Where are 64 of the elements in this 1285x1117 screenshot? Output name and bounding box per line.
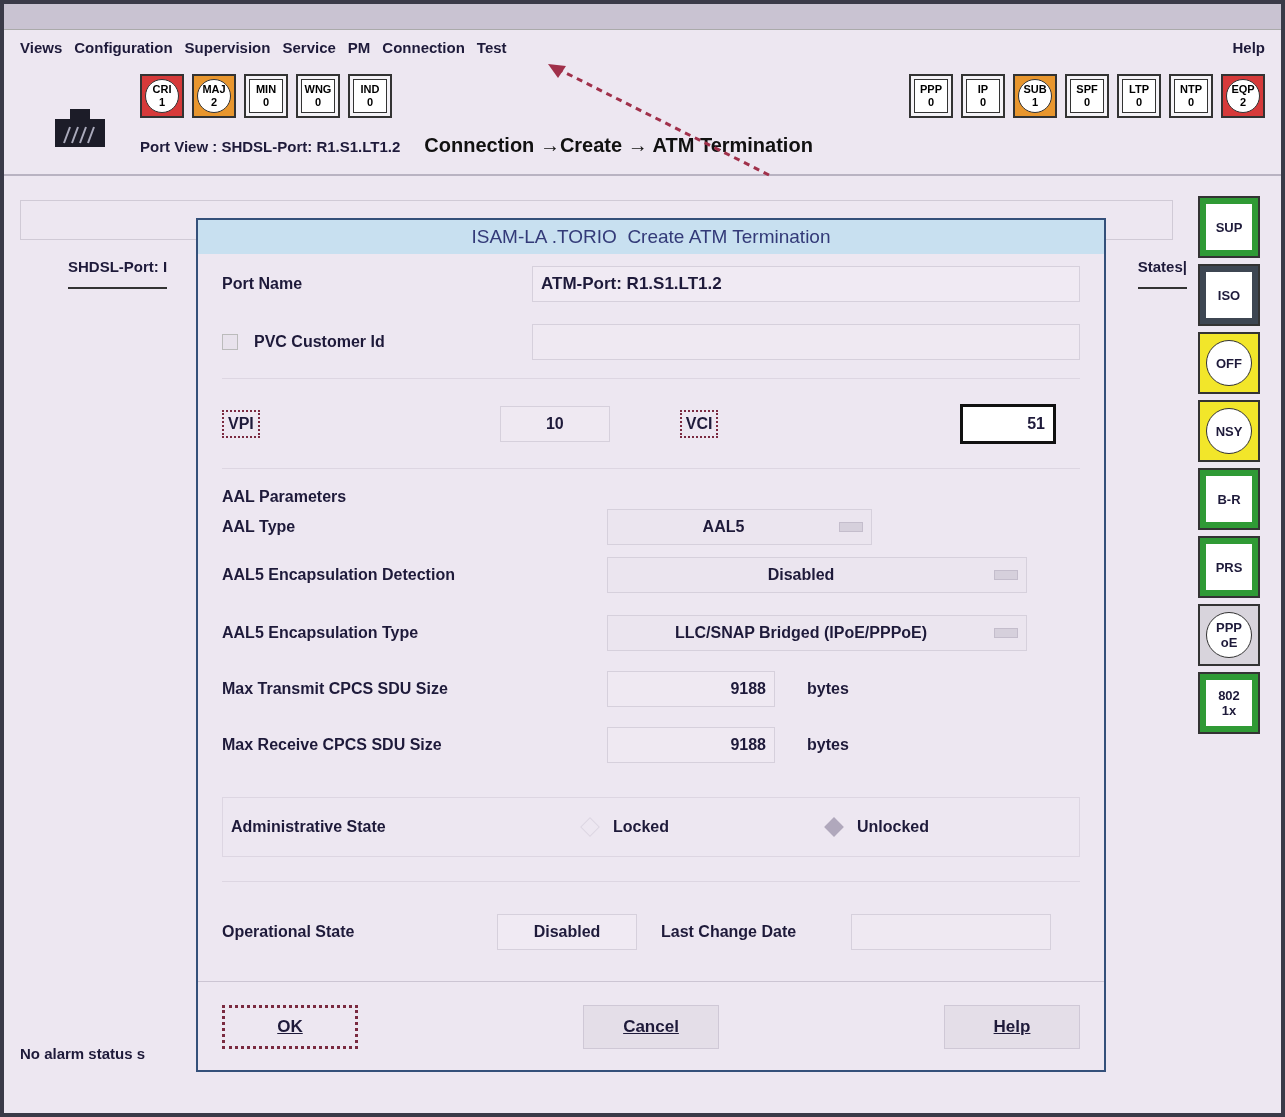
state-button[interactable]: OFF (1198, 332, 1260, 394)
alarm-indicator[interactable]: LTP 0 (1117, 74, 1161, 118)
alarm-indicator[interactable]: IP 0 (961, 74, 1005, 118)
dialog-button[interactable]: OK (222, 1004, 358, 1049)
tab-label[interactable]: SHDSL-Port: I (68, 256, 168, 289)
field-label: Max Receive CPCS SDU Size (222, 735, 443, 755)
alarm-indicator[interactable]: WNG 0 (296, 74, 340, 118)
unit-label: bytes (807, 735, 849, 755)
state-button[interactable]: SUP (1198, 196, 1260, 258)
state-button[interactable]: NSY (1198, 400, 1260, 462)
dialog-button[interactable]: Cancel (583, 1004, 719, 1049)
state-button[interactable]: B-R (1198, 468, 1260, 530)
menu-item[interactable]: Views (20, 36, 63, 60)
field-label: VCI (679, 409, 719, 438)
menu-item[interactable]: Help (1232, 36, 1265, 60)
text-field[interactable]: ATM-Port: R1.S1.LT1.2 (532, 266, 1080, 302)
status-text: No alarm status s (19, 1043, 147, 1064)
menu-item[interactable]: Configuration (74, 36, 173, 60)
alarm-indicator[interactable]: CRI 1 (140, 74, 184, 118)
unit-label: bytes (807, 679, 849, 699)
alarm-indicator[interactable]: EQP 2 (1221, 74, 1265, 118)
field-label: AAL5 Encapsulation Type (222, 623, 420, 643)
radio-option[interactable]: Unlocked (826, 815, 1071, 839)
dropdown[interactable]: LLC/SNAP Bridged (IPoE/PPPoE) (607, 615, 1027, 651)
state-button[interactable]: ISO (1198, 264, 1260, 326)
radio-option[interactable]: Locked (582, 815, 827, 839)
field-label: Last Change Date (661, 921, 798, 942)
alarm-indicator[interactable]: IND 0 (348, 74, 392, 118)
menu-item[interactable]: PM (347, 36, 371, 60)
alarm-indicator[interactable]: NTP 0 (1169, 74, 1213, 118)
state-button[interactable]: 802 1x (1198, 672, 1260, 734)
field-label: AAL Type (222, 517, 297, 537)
field-label: Operational State (222, 921, 356, 942)
alarm-indicator[interactable]: SUB 1 (1013, 74, 1057, 118)
number-field[interactable]: 10 (499, 405, 610, 442)
field-label: Max Transmit CPCS SDU Size (222, 679, 449, 699)
state-button[interactable]: PRS (1198, 536, 1260, 598)
dropdown[interactable]: AAL5 (607, 509, 872, 545)
dropdown[interactable]: Disabled (607, 557, 1027, 593)
alarm-indicator[interactable]: MIN 0 (244, 74, 288, 118)
status-field: Disabled (497, 913, 637, 950)
tab-label[interactable]: States| (1137, 256, 1187, 289)
field-label: PVC Customer Id (254, 332, 385, 352)
number-field[interactable]: 9188 (607, 727, 775, 763)
field-label: Port Name (222, 274, 304, 294)
menu-item[interactable]: Test (476, 36, 507, 60)
section-heading: AAL Parameters (222, 487, 348, 507)
annotation-text: Connection →Create → ATM Termination (424, 133, 813, 158)
field-label: VPI (222, 409, 260, 438)
number-field[interactable]: 9188 (607, 671, 775, 707)
dialog-button[interactable]: Help (944, 1004, 1080, 1049)
menu-item[interactable]: Supervision (184, 36, 271, 60)
number-field[interactable]: 51 (960, 403, 1056, 444)
field-label: Administrative State (231, 817, 387, 837)
alarm-indicator[interactable]: MAJ 2 (192, 74, 236, 118)
state-button[interactable]: PPP oE (1198, 604, 1260, 666)
menu-item[interactable]: Service (282, 36, 336, 60)
alarm-indicator[interactable]: PPP 0 (909, 74, 953, 118)
dialog-title: ISAM-LA .TORIO Create ATM Termination (471, 224, 831, 249)
checkbox[interactable] (222, 334, 238, 350)
alarm-indicator[interactable]: SPF 0 (1065, 74, 1109, 118)
port-view-label: Port View : SHDSL-Port: R1.S1.LT1.2 (140, 137, 401, 157)
field-label: AAL5 Encapsulation Detection (222, 565, 456, 585)
menu-item[interactable]: Connection (382, 36, 465, 60)
